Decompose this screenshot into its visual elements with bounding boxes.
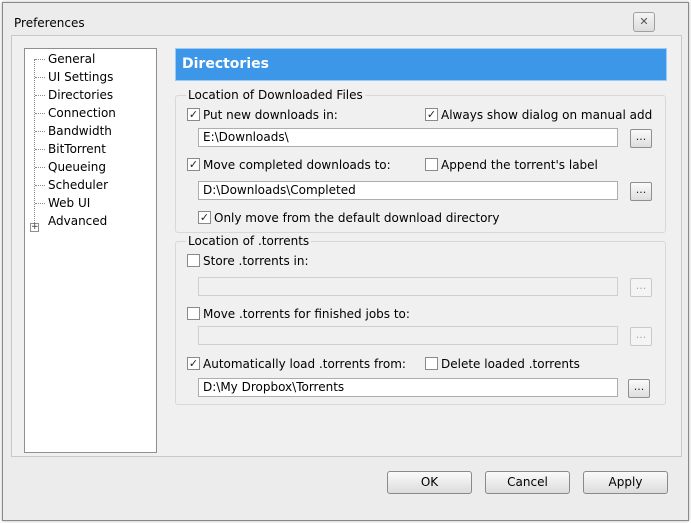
tree-item-bandwidth[interactable]: Bandwidth — [48, 123, 112, 139]
checkbox-label: Append the torrent's label — [441, 158, 598, 172]
tree-connector — [35, 59, 45, 60]
store-torrents-path-input[interactable] — [198, 277, 618, 296]
tree-item-ui-settings[interactable]: UI Settings — [48, 69, 113, 85]
tree-item-scheduler[interactable]: Scheduler — [48, 177, 108, 193]
tree-item-web-ui[interactable]: Web UI — [48, 195, 90, 211]
tree-connector — [35, 167, 45, 168]
auto-load-torrents-path-input[interactable]: D:\My Dropbox\Torrents — [198, 378, 618, 397]
tree-connector — [35, 185, 45, 186]
move-completed-browse-button[interactable]: ... — [630, 182, 652, 201]
title-bar: Preferences ✕ — [3, 3, 688, 35]
move-finished-torrents-path-input[interactable] — [198, 326, 618, 345]
checkbox-label: Put new downloads in: — [203, 108, 338, 122]
checkbox-label: Delete loaded .torrents — [441, 357, 580, 371]
ok-button[interactable]: OK — [387, 471, 472, 494]
expand-icon[interactable]: + — [30, 223, 39, 232]
checkbox-label: Only move from the default download dire… — [214, 211, 500, 225]
checkbox-box — [187, 307, 200, 320]
checkbox-box — [425, 357, 438, 370]
checkbox-label: Store .torrents in: — [203, 254, 309, 268]
cancel-button[interactable]: Cancel — [485, 471, 570, 494]
dialog-client-area: General UI Settings Directories Connecti… — [11, 35, 682, 457]
checkbox-box: ✓ — [187, 108, 200, 121]
page-header: Directories — [175, 48, 667, 81]
apply-button[interactable]: Apply — [583, 471, 668, 494]
checkbox-label: Automatically load .torrents from: — [203, 357, 406, 371]
checkbox-box — [425, 158, 438, 171]
checkbox-label: Move .torrents for finished jobs to: — [203, 307, 410, 321]
tree-connector — [35, 113, 45, 114]
checkbox-box: ✓ — [198, 211, 211, 224]
close-button[interactable]: ✕ — [633, 12, 655, 32]
tree-item-queueing[interactable]: Queueing — [48, 159, 106, 175]
checkbox-box: ✓ — [425, 108, 438, 121]
store-torrents-browse-button[interactable]: ... — [630, 278, 652, 297]
downloaded-files-group-title: Location of Downloaded Files — [186, 88, 365, 102]
tree-connector — [35, 203, 45, 204]
tree-item-directories[interactable]: Directories — [48, 87, 113, 103]
tree-connector — [35, 131, 45, 132]
checkbox-label: Move completed downloads to: — [203, 158, 391, 172]
checkbox-box: ✓ — [187, 357, 200, 370]
close-icon: ✕ — [639, 15, 649, 28]
move-completed-path-input[interactable]: D:\Downloads\Completed — [198, 181, 618, 200]
put-new-downloads-browse-button[interactable]: ... — [630, 129, 652, 148]
tree-connector-line — [34, 59, 35, 225]
tree-item-advanced[interactable]: Advanced — [48, 213, 107, 229]
tree-item-bittorrent[interactable]: BitTorrent — [48, 141, 106, 157]
page-title: Directories — [182, 56, 269, 72]
window-title: Preferences — [14, 16, 85, 30]
tree-connector — [35, 95, 45, 96]
preferences-window: Preferences ✕ General UI Settings Direct… — [2, 2, 689, 521]
category-tree[interactable]: General UI Settings Directories Connecti… — [24, 48, 157, 453]
tree-connector — [35, 149, 45, 150]
checkbox-label: Always show dialog on manual add — [441, 108, 653, 122]
put-new-downloads-path-input[interactable]: E:\Downloads\ — [198, 128, 618, 147]
move-finished-torrents-browse-button[interactable]: ... — [630, 327, 652, 346]
tree-item-connection[interactable]: Connection — [48, 105, 116, 121]
torrents-location-group-title: Location of .torrents — [186, 234, 312, 248]
tree-item-general[interactable]: General — [48, 51, 95, 67]
auto-load-torrents-browse-button[interactable]: ... — [628, 379, 650, 398]
checkbox-box: ✓ — [187, 158, 200, 171]
checkbox-box — [187, 254, 200, 267]
tree-connector — [35, 77, 45, 78]
